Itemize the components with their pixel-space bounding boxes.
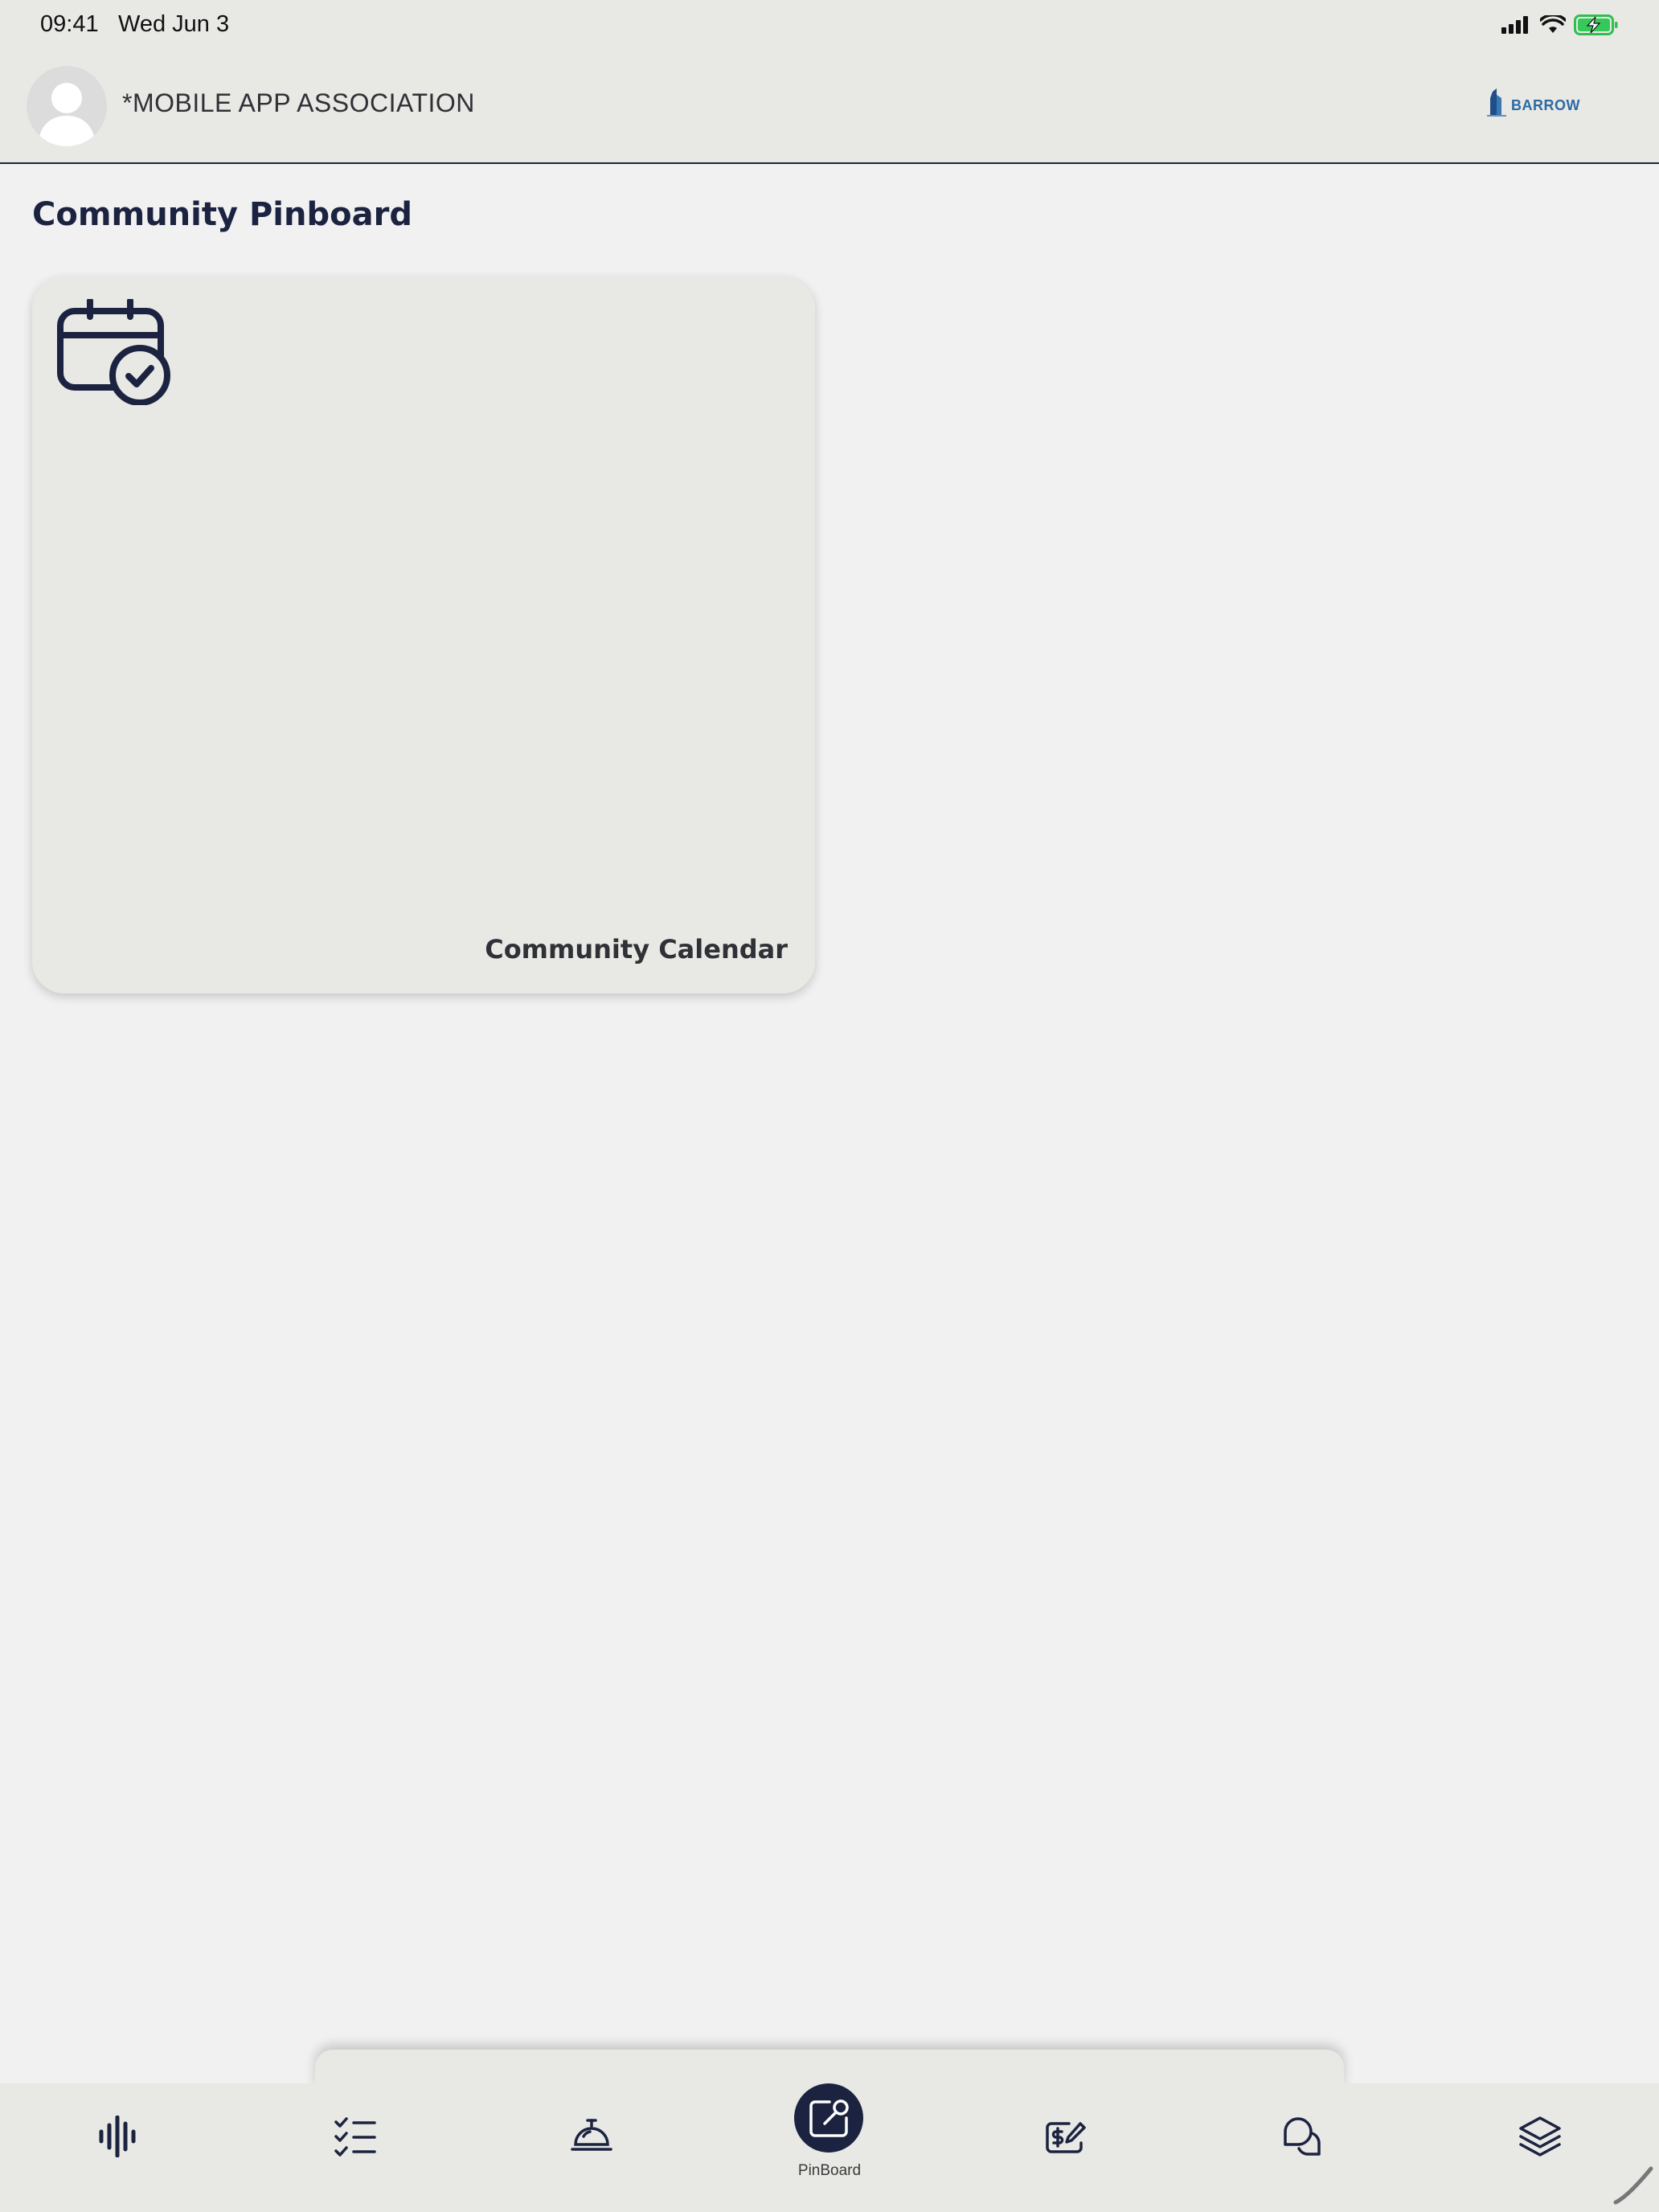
status-time: 09:41 [40, 11, 99, 37]
card-label: Community Calendar [485, 934, 788, 965]
status-bar: 09:41 Wed Jun 3 [0, 0, 1659, 51]
nav-item-messages[interactable] [1254, 2083, 1350, 2212]
wifi-icon [1540, 15, 1566, 33]
nav-item-concierge[interactable] [543, 2083, 640, 2212]
payment-edit-icon [1046, 2122, 1086, 2153]
user-silhouette-icon [38, 83, 96, 146]
cellular-signal-icon [1501, 16, 1528, 34]
nav-item-payments[interactable] [1018, 2083, 1114, 2212]
nav-item-audio[interactable] [71, 2083, 167, 2212]
app-header: *MOBILE APP ASSOCIATION BARROW [0, 51, 1659, 164]
scroll-corner-indicator [1613, 2166, 1653, 2205]
building-logo-icon [1487, 88, 1506, 117]
brand-logo: BARROW [1485, 88, 1580, 117]
organization-name[interactable]: *MOBILE APP ASSOCIATION [122, 88, 475, 118]
layers-icon [1519, 2116, 1561, 2157]
page-title: Community Pinboard [32, 196, 412, 233]
status-date: Wed Jun 3 [118, 11, 230, 37]
brand-logo-text: BARROW [1511, 96, 1580, 113]
card-community-calendar[interactable]: Community Calendar [32, 276, 815, 993]
chat-bubbles-icon [1284, 2117, 1321, 2156]
calendar-check-icon [57, 299, 170, 405]
nav-item-tasks[interactable] [307, 2083, 403, 2212]
audio-wave-icon [99, 2116, 136, 2157]
bottom-nav: PinBoard [0, 2083, 1659, 2212]
status-icons [1501, 13, 1619, 37]
nav-label-pinboard: PinBoard [797, 2162, 862, 2179]
checklist-icon [334, 2117, 376, 2157]
pinboard-icon [809, 2099, 849, 2137]
battery-charging-icon [1574, 14, 1618, 35]
concierge-bell-icon [571, 2119, 612, 2151]
nav-item-pinboard[interactable]: PinBoard [781, 2083, 878, 2212]
nav-item-more[interactable] [1492, 2083, 1588, 2212]
avatar[interactable] [27, 66, 107, 146]
